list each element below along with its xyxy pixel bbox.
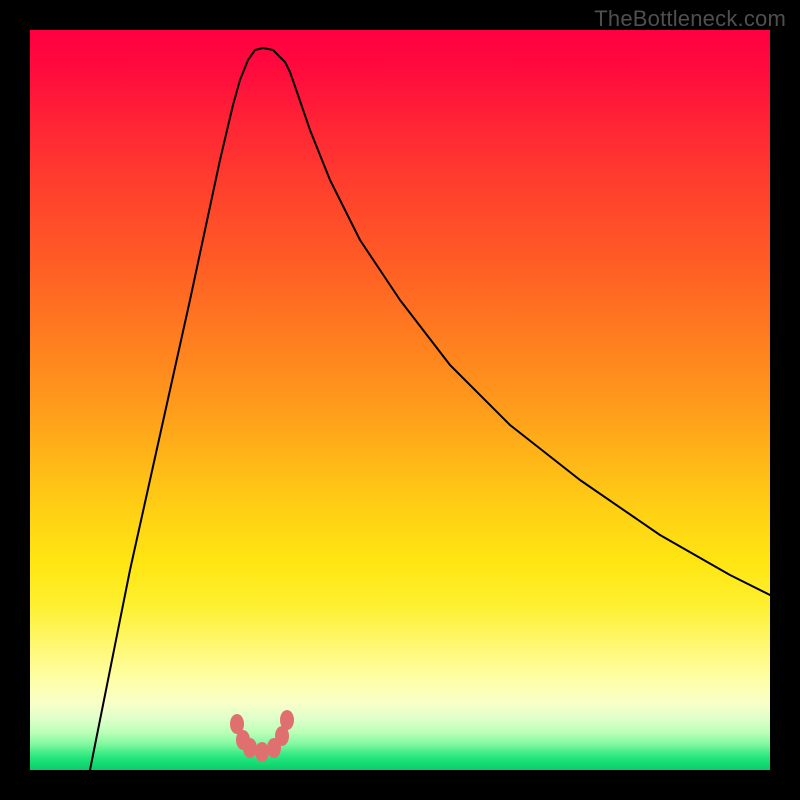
- curve-svg: [30, 30, 770, 770]
- marker-point: [243, 738, 257, 758]
- chart-frame: TheBottleneck.com: [0, 0, 800, 800]
- marker-cluster: [230, 710, 294, 762]
- watermark-text: TheBottleneck.com: [594, 6, 786, 32]
- plot-area: [30, 30, 770, 770]
- marker-point: [280, 710, 294, 730]
- bottleneck-curve: [90, 48, 770, 770]
- marker-point: [255, 742, 269, 762]
